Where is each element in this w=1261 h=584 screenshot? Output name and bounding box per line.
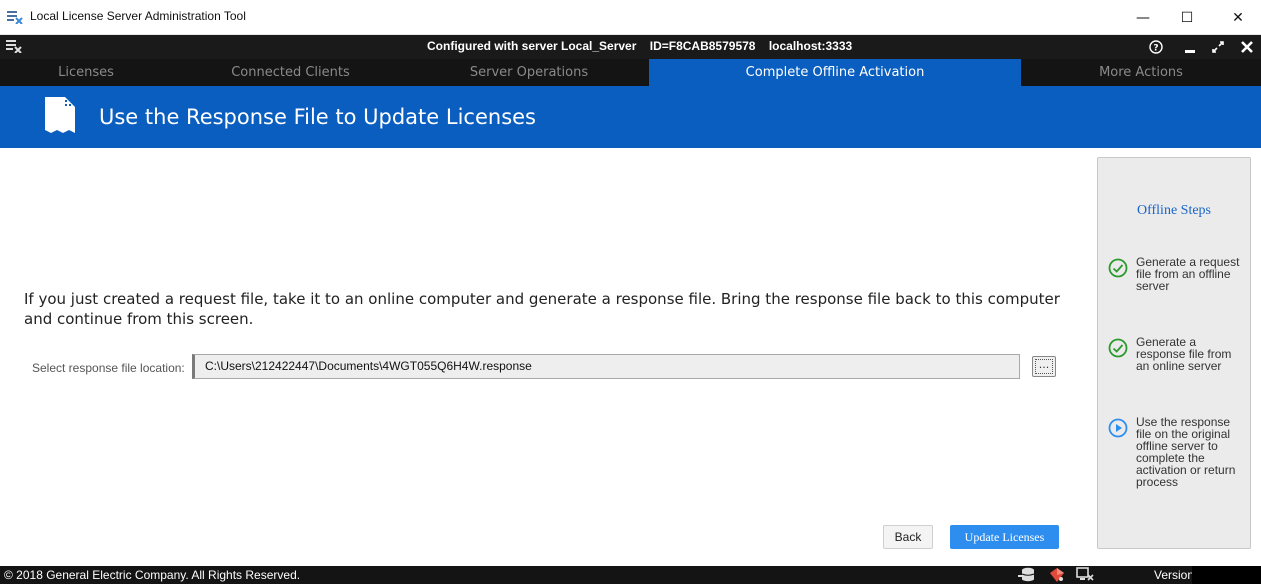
server-id-text: ID=F8CAB8579578 — [649, 39, 756, 53]
window-title: Local License Server Administration Tool — [30, 9, 246, 23]
response-file-label: Select response file location: — [32, 361, 185, 375]
tab-licenses[interactable]: Licenses — [0, 59, 172, 86]
expand-icon[interactable] — [1208, 35, 1228, 59]
version-label: Version: — [1154, 568, 1198, 582]
close-window-button[interactable]: ✕ — [1215, 0, 1261, 35]
server-host-text: localhost:3333 — [768, 39, 853, 53]
response-file-input[interactable]: C:\Users\212422447\Documents\4WGT055Q6H4… — [192, 354, 1020, 379]
app-close-icon[interactable] — [1236, 35, 1258, 59]
help-icon[interactable]: ? — [1146, 35, 1166, 59]
app-menu-icon[interactable] — [6, 39, 22, 53]
computer-icon[interactable] — [1076, 567, 1094, 583]
play-circle-icon — [1108, 418, 1128, 438]
app-minimize-icon[interactable] — [1180, 35, 1200, 59]
page-banner: Use the Response File to Update Licenses — [0, 86, 1261, 148]
step-2-text: Generate a response file from an online … — [1136, 335, 1232, 373]
tab-bar: Licenses Connected Clients Server Operat… — [0, 59, 1261, 86]
app-header: Configured with server Local_Server ID=F… — [0, 35, 1261, 59]
tab-server-operations[interactable]: Server Operations — [409, 59, 649, 86]
update-licenses-button[interactable]: Update Licenses — [950, 525, 1059, 549]
response-file-icon — [45, 97, 75, 133]
server-configured-text: Configured with server Local_Server — [427, 39, 637, 53]
page-title: Use the Response File to Update Licenses — [99, 105, 536, 129]
maximize-window-button[interactable]: ☐ — [1164, 0, 1210, 35]
minimize-window-button[interactable]: — — [1120, 0, 1166, 35]
tab-connected-clients[interactable]: Connected Clients — [172, 59, 409, 86]
tab-complete-offline-activation[interactable]: Complete Offline Activation — [649, 59, 1021, 86]
step-3-text: Use the response file on the original of… — [1136, 415, 1236, 489]
status-footer: © 2018 General Electric Company. All Rig… — [0, 566, 1261, 584]
os-title-bar: Local License Server Administration Tool… — [0, 0, 1261, 35]
version-value — [1192, 566, 1261, 584]
offline-steps-title: Offline Steps — [1136, 203, 1211, 218]
instructions-text: If you just created a request file, take… — [24, 290, 1060, 328]
puzzle-icon[interactable] — [1048, 567, 1066, 583]
app-icon — [7, 11, 23, 24]
step-1-text: Generate a request file from an offline … — [1136, 255, 1240, 293]
main-content: If you just created a request file, take… — [0, 148, 1261, 566]
browse-button[interactable]: ... — [1032, 356, 1056, 377]
check-circle-icon — [1108, 258, 1128, 278]
copyright-text: © 2018 General Electric Company. All Rig… — [4, 568, 301, 582]
tab-more-actions[interactable]: More Actions — [1021, 59, 1261, 86]
server-info: Configured with server Local_Server ID=F… — [427, 39, 862, 53]
back-button[interactable]: Back — [883, 525, 933, 549]
check-circle-icon — [1108, 338, 1128, 358]
database-icon[interactable] — [1018, 567, 1036, 583]
svg-text:?: ? — [1153, 44, 1158, 54]
offline-steps-panel: Offline Steps Generate a request file fr… — [1097, 157, 1251, 549]
